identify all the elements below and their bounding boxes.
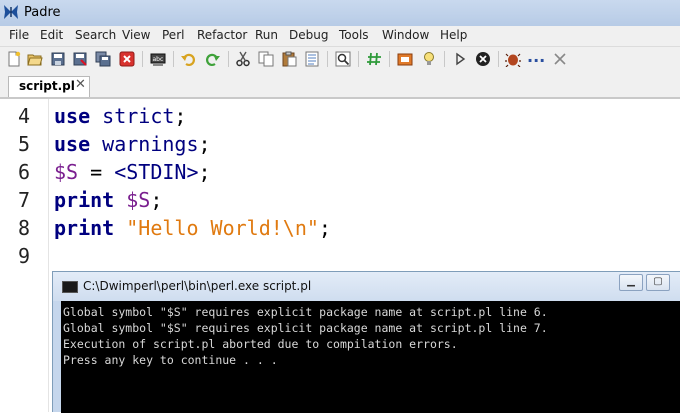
select-all-icon[interactable]: [304, 51, 320, 67]
menu-help[interactable]: Help: [440, 28, 467, 42]
toolbar-separator: [389, 51, 390, 67]
code-token-punct: [114, 188, 126, 212]
console-title-bar[interactable]: C:\Dwimperl\perl\bin\perl.exe script.pl …: [53, 272, 680, 301]
toolbar: abc ...: [0, 47, 680, 71]
menu-perl[interactable]: Perl: [162, 28, 184, 42]
code-token-punct: ;: [174, 104, 187, 128]
redo-icon[interactable]: [205, 51, 221, 67]
debug-bug-icon[interactable]: [505, 51, 521, 67]
code-token-kw: print: [54, 216, 115, 240]
toolbar-separator: [358, 51, 359, 67]
console-title: C:\Dwimperl\perl\bin\perl.exe script.pl: [83, 279, 312, 293]
window-title: Padre: [24, 5, 61, 20]
code-token-punct: [114, 216, 126, 240]
console-line: Global symbol "$S" requires explicit pac…: [63, 305, 548, 319]
toolbar-separator: [228, 51, 229, 67]
svg-text:abc: abc: [153, 56, 164, 63]
console-output: Global symbol "$S" requires explicit pac…: [61, 301, 680, 413]
code-token-punct: ;: [150, 188, 163, 212]
menu-run[interactable]: Run: [255, 28, 278, 42]
code-token-kw: print: [54, 188, 115, 212]
run-icon[interactable]: [452, 51, 468, 67]
maximize-button[interactable]: ▢: [646, 274, 670, 291]
menu-bar: File Edit Search View Perl Refactor Run …: [0, 26, 680, 47]
toolbar-separator: [142, 51, 143, 67]
open-folder-icon[interactable]: [397, 51, 413, 67]
code-token-ident: strict: [102, 104, 175, 128]
save-as-icon[interactable]: [72, 51, 88, 67]
find-icon[interactable]: [335, 51, 351, 67]
tip-lightbulb-icon[interactable]: [421, 51, 437, 67]
tab-script-pl[interactable]: script.pl ✕: [8, 76, 90, 97]
code-token-kw: use: [54, 132, 91, 156]
menu-tools[interactable]: Tools: [339, 28, 369, 42]
code-token-punct: ;: [198, 160, 211, 184]
code-line: $S = <STDIN>;: [54, 160, 211, 184]
save-all-icon[interactable]: [95, 51, 111, 67]
code-line: print $S;: [54, 188, 162, 212]
toolbar-more[interactable]: ...: [527, 47, 545, 66]
line-number: 9: [18, 244, 31, 268]
title-bar: Padre: [0, 0, 680, 27]
line-number: 7: [18, 188, 31, 212]
code-token-punct: ;: [198, 132, 211, 156]
code-token-var: $S: [126, 188, 151, 212]
copy-icon[interactable]: [258, 51, 274, 67]
line-number-gutter: 4 5 6 7 8 9: [0, 99, 49, 412]
line-number: 5: [18, 132, 31, 156]
cut-icon[interactable]: [235, 51, 251, 67]
console-window[interactable]: C:\Dwimperl\perl\bin\perl.exe script.pl …: [52, 271, 680, 413]
open-file-icon[interactable]: [27, 51, 43, 67]
stop-icon[interactable]: [475, 51, 491, 67]
menu-search[interactable]: Search: [75, 28, 116, 42]
code-line: use warnings;: [54, 132, 211, 156]
line-number: 6: [18, 160, 31, 184]
code-line: use strict;: [54, 104, 186, 128]
code-token-ident: warnings: [102, 132, 199, 156]
menu-refactor[interactable]: Refactor: [197, 28, 247, 42]
code-line: print "Hello World!\n";: [54, 216, 331, 240]
code-token-punct: [90, 104, 102, 128]
save-icon[interactable]: [50, 51, 66, 67]
toolbar-separator: [327, 51, 328, 67]
code-token-var: $S: [54, 160, 79, 184]
new-file-icon[interactable]: [6, 51, 22, 67]
tab-bar: script.pl ✕: [0, 71, 680, 99]
line-number: 8: [18, 216, 31, 240]
close-file-icon[interactable]: [119, 51, 135, 67]
code-token-punct: =: [78, 160, 115, 184]
code-token-kw: use: [54, 104, 91, 128]
console-line: Execution of script.pl aborted due to co…: [63, 337, 458, 351]
code-token-punct: ;: [318, 216, 331, 240]
console-line: Global symbol "$S" requires explicit pac…: [63, 321, 548, 335]
close-toolbar-icon[interactable]: [552, 51, 568, 67]
toolbar-separator: [498, 51, 499, 67]
padre-butterfly-icon: [4, 5, 18, 19]
console-line: Press any key to continue . . .: [63, 353, 278, 367]
spell-check-icon[interactable]: abc: [150, 51, 166, 67]
line-number: 4: [18, 104, 31, 128]
minimize-button[interactable]: ▁: [619, 274, 643, 291]
console-app-icon: [62, 281, 78, 293]
toolbar-separator: [173, 51, 174, 67]
toolbar-separator: [444, 51, 445, 67]
code-token-ident: <STDIN>: [114, 160, 199, 184]
paste-icon[interactable]: [281, 51, 297, 67]
tab-label: script.pl: [19, 79, 75, 93]
undo-icon[interactable]: [180, 51, 196, 67]
menu-view[interactable]: View: [122, 28, 150, 42]
code-token-punct: [90, 132, 102, 156]
menu-window[interactable]: Window: [382, 28, 429, 42]
menu-edit[interactable]: Edit: [40, 28, 63, 42]
comment-hash-icon[interactable]: [366, 51, 382, 67]
menu-debug[interactable]: Debug: [289, 28, 328, 42]
code-token-str: "Hello World!\n": [126, 216, 319, 240]
tab-close-icon[interactable]: ✕: [75, 77, 86, 92]
menu-file[interactable]: File: [9, 28, 29, 42]
